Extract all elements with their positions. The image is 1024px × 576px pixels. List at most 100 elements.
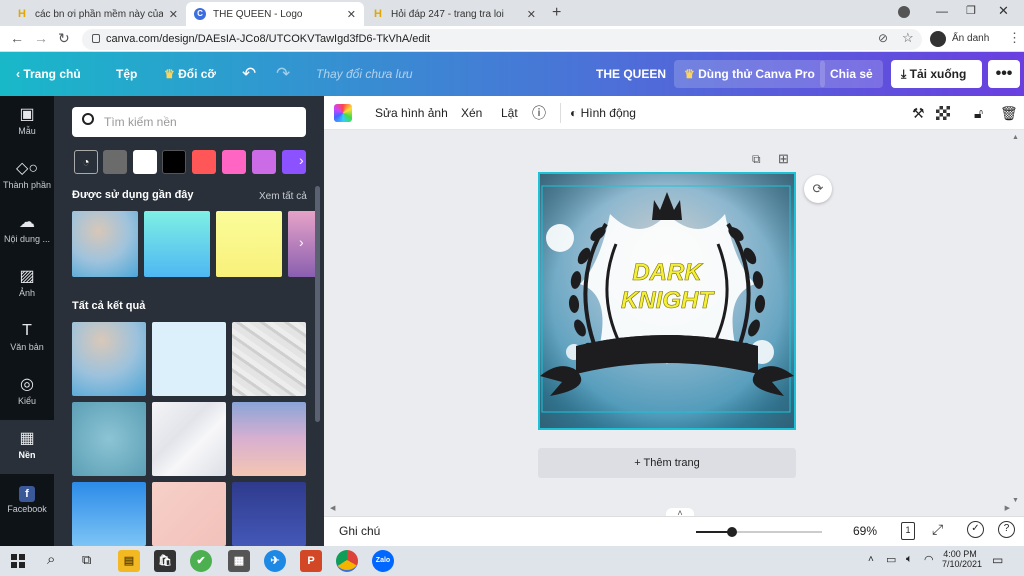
background-thumbnail[interactable]: [216, 211, 282, 277]
tracking-off-icon[interactable]: ⊘: [878, 31, 888, 45]
app-icon[interactable]: ✈: [264, 550, 286, 572]
incognito-icon[interactable]: [930, 31, 946, 47]
powerpoint-icon[interactable]: P: [300, 550, 322, 572]
zalo-icon[interactable]: Zalo: [372, 550, 394, 572]
animate-button[interactable]: ◐ Hình động: [570, 96, 636, 130]
rail-item-uploads[interactable]: ☁ Nội dung ...: [0, 204, 54, 258]
share-button[interactable]: Chia sẻ: [820, 60, 883, 88]
forward-icon[interactable]: →: [34, 30, 48, 46]
color-swatch[interactable]: [103, 150, 127, 174]
paint-roller-icon[interactable]: ⚒: [912, 96, 925, 130]
close-tab-icon[interactable]: ✕: [169, 8, 178, 21]
chevron-right-icon[interactable]: ›: [299, 152, 304, 168]
calculator-icon[interactable]: ▦: [228, 550, 250, 572]
close-tab-icon[interactable]: ✕: [347, 8, 356, 21]
design-page[interactable]: DARK KNIGHT: [538, 172, 796, 430]
volume-icon[interactable]: 🔈︎: [906, 553, 913, 566]
background-thumbnail[interactable]: [72, 211, 138, 277]
notifications-icon[interactable]: ▭: [992, 553, 1003, 567]
color-swatch[interactable]: [162, 150, 186, 174]
trash-icon[interactable]: 🗑︎: [1000, 96, 1018, 130]
background-thumbnail[interactable]: [232, 482, 306, 546]
zoom-level[interactable]: 69%: [853, 524, 877, 538]
help-icon[interactable]: ?: [998, 521, 1015, 538]
chrome-icon[interactable]: [336, 550, 358, 572]
background-thumbnail[interactable]: [152, 482, 226, 546]
panel-scrollbar[interactable]: [315, 186, 320, 422]
close-window-icon[interactable]: ✕: [998, 3, 1009, 19]
show-hidden-icons[interactable]: ˄: [868, 554, 874, 565]
file-menu-button[interactable]: Tệp: [116, 52, 137, 96]
chevron-right-icon[interactable]: ›: [299, 234, 304, 250]
rail-item-styles[interactable]: ◎ Kiểu: [0, 366, 54, 420]
color-icon[interactable]: [334, 104, 352, 122]
store-icon[interactable]: 🛍︎: [154, 550, 176, 572]
undo-icon[interactable]: ↶: [242, 52, 256, 96]
page-count-icon[interactable]: 1: [901, 522, 915, 540]
flip-button[interactable]: Lật: [501, 96, 518, 130]
notes-button[interactable]: Ghi chú: [339, 524, 380, 538]
fullscreen-icon[interactable]: ⤢: [932, 521, 943, 538]
browser-tab-1[interactable]: H các bn ơi phần mềm này của mk ✕: [8, 2, 186, 26]
minimize-icon[interactable]: —: [936, 4, 948, 18]
close-tab-icon[interactable]: ✕: [527, 8, 536, 21]
home-button[interactable]: ‹ Trang chủ: [16, 52, 81, 96]
search-icon[interactable]: ⌕: [47, 551, 55, 568]
file-explorer-icon[interactable]: ▤: [118, 550, 140, 572]
wifi-icon[interactable]: ◠: [924, 553, 934, 566]
search-input[interactable]: Tìm kiếm nền: [72, 107, 306, 137]
reload-icon[interactable]: ↻: [58, 30, 70, 47]
url-field[interactable]: canva.com/design/DAEsIA-JCo8/UTCOKVTawIg…: [82, 29, 922, 50]
add-page-button[interactable]: + Thêm trang: [538, 448, 796, 478]
color-picker-icon[interactable]: ◔: [74, 150, 98, 174]
see-all-link[interactable]: Xem tất cả: [259, 191, 307, 202]
zoom-slider-track[interactable]: [696, 527, 822, 537]
new-tab-icon[interactable]: +: [552, 4, 561, 22]
background-thumbnail[interactable]: [72, 482, 146, 546]
lock-icon[interactable]: [92, 34, 100, 43]
rail-item-background[interactable]: ▦ Nền: [0, 420, 54, 474]
color-swatch[interactable]: [252, 150, 276, 174]
rail-item-templates[interactable]: ▣ Mẫu: [0, 96, 54, 150]
background-thumbnail[interactable]: [232, 402, 306, 476]
lock-element-icon[interactable]: 🔓︎: [974, 96, 983, 130]
back-icon[interactable]: ←: [10, 30, 24, 46]
more-options-icon[interactable]: •••: [988, 60, 1020, 88]
color-swatch[interactable]: [192, 150, 216, 174]
rail-item-text[interactable]: T Văn bản: [0, 312, 54, 366]
background-thumbnail[interactable]: [232, 322, 306, 396]
download-button[interactable]: ⤓ Tải xuống: [891, 60, 982, 88]
transparency-icon[interactable]: [936, 106, 950, 120]
restore-icon[interactable]: ❐: [966, 4, 976, 17]
rail-item-photos[interactable]: ▨ Ảnh: [0, 258, 54, 312]
resize-button[interactable]: ♛ Đổi cỡ: [164, 52, 216, 96]
browser-tab-3[interactable]: H Hỏi đáp 247 - trang tra loi ✕: [364, 2, 544, 26]
tab-search-icon[interactable]: [898, 6, 910, 18]
background-thumbnail[interactable]: [152, 322, 226, 396]
design-title[interactable]: THE QUEEN: [596, 52, 666, 96]
browser-tab-2[interactable]: C THE QUEEN - Logo ✕: [186, 2, 364, 26]
browser-menu-icon[interactable]: ⋮: [1008, 30, 1021, 46]
info-icon[interactable]: ⓘ: [532, 96, 546, 130]
check-icon[interactable]: ✓: [967, 521, 984, 538]
zoom-slider-handle[interactable]: [727, 527, 737, 537]
task-view-icon[interactable]: ⧉: [82, 552, 91, 568]
color-swatch[interactable]: [133, 150, 157, 174]
background-thumbnail[interactable]: [72, 402, 146, 476]
duplicate-page-icon[interactable]: ⧉: [752, 152, 761, 167]
edit-image-button[interactable]: Sửa hình ảnh: [375, 96, 448, 130]
rail-item-elements[interactable]: ◇○ Thành phần: [0, 150, 54, 204]
clock[interactable]: 4:00 PM 7/10/2021: [942, 549, 982, 569]
canvas-scrollbar[interactable]: ▲ ▼: [1012, 134, 1019, 504]
logo-line-2[interactable]: KNIGHT: [621, 287, 716, 315]
rail-item-facebook[interactable]: f Facebook: [0, 474, 54, 528]
profile-label[interactable]: Ẩn danh: [952, 33, 989, 44]
windows-start-icon[interactable]: [11, 554, 25, 568]
background-thumbnail[interactable]: [144, 211, 210, 277]
logo-line-1[interactable]: DARK: [632, 259, 704, 287]
try-pro-button[interactable]: ♛ Dùng thử Canva Pro: [674, 60, 825, 88]
redo-icon[interactable]: ↷: [276, 52, 290, 96]
app-icon[interactable]: ✔: [190, 550, 212, 572]
battery-icon[interactable]: ▭: [886, 553, 896, 566]
color-swatch[interactable]: [222, 150, 246, 174]
